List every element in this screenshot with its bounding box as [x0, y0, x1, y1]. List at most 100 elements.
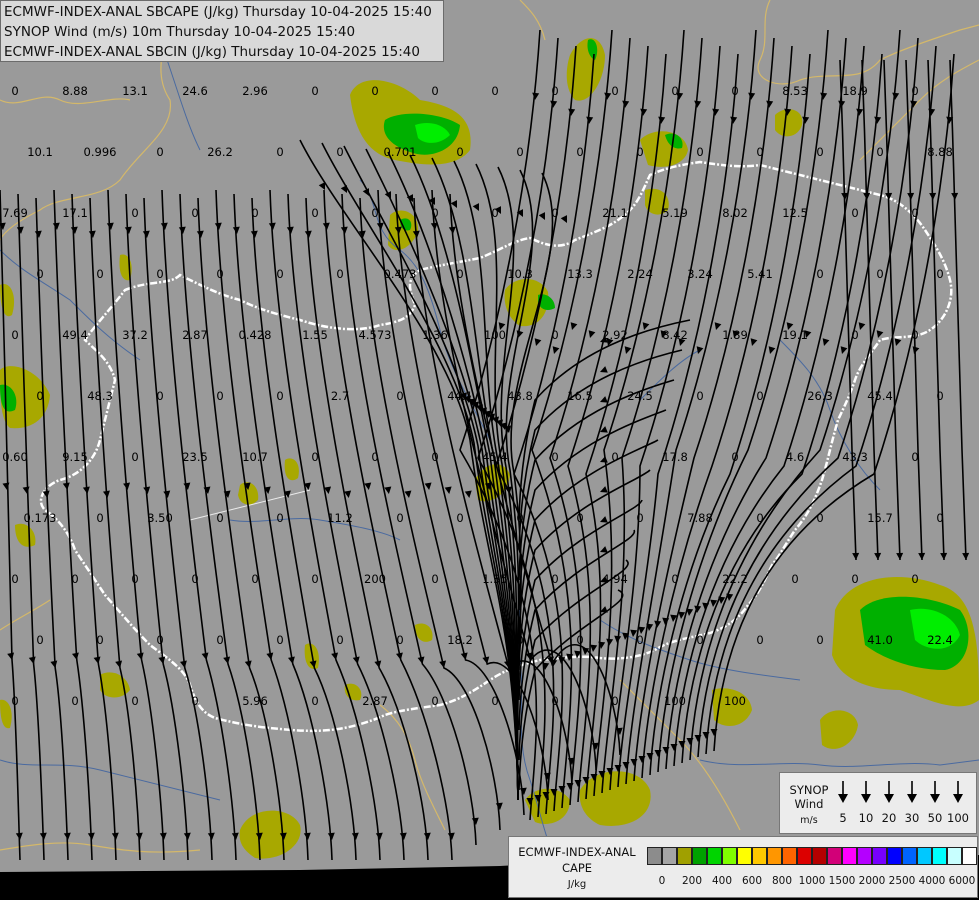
cin-value: 12.5	[782, 206, 808, 220]
cin-value: 0	[851, 572, 858, 586]
cin-value: 0	[696, 633, 703, 647]
cin-value: 0	[311, 572, 318, 586]
cape-color-swatch	[647, 847, 662, 865]
cin-value: 0	[551, 84, 558, 98]
cin-value: 0	[396, 633, 403, 647]
cin-value: 44.1	[447, 389, 473, 403]
cin-value: 0	[11, 572, 18, 586]
cape-color-swatch	[722, 847, 737, 865]
cin-value: 0	[396, 389, 403, 403]
cape-legend-label: 400	[711, 875, 733, 887]
cin-value: 24.5	[627, 389, 653, 403]
cin-value: 0	[816, 145, 823, 159]
cin-value: 0.173	[24, 511, 57, 525]
cape-legend-label: 4000	[918, 875, 946, 887]
cape-color-swatch	[857, 847, 872, 865]
title-box: ECMWF-INDEX-ANAL SBCAPE (J/kg) Thursday …	[0, 0, 444, 62]
cin-value: 0	[636, 145, 643, 159]
cin-value: 0.701	[384, 145, 417, 159]
cin-value: 0	[156, 145, 163, 159]
cape-color-swatch	[752, 847, 767, 865]
cin-value: 41.0	[867, 633, 893, 647]
cin-value: 18.9	[842, 84, 868, 98]
cape-color-swatch	[827, 847, 842, 865]
wind-arrow-icon	[953, 781, 963, 803]
cin-value: 0.60	[2, 450, 28, 464]
cin-value: 0	[131, 450, 138, 464]
cin-value: 0	[276, 145, 283, 159]
cape-color-swatch	[842, 847, 857, 865]
title-cape: ECMWF-INDEX-ANAL SBCAPE (J/kg) Thursday …	[4, 4, 432, 20]
cin-value: 19.1	[782, 328, 808, 342]
cin-value: 0	[251, 572, 258, 586]
cin-value: 0	[336, 633, 343, 647]
cin-value: 0	[671, 84, 678, 98]
cin-value: 100	[724, 694, 746, 708]
cape-color-swatch	[737, 847, 752, 865]
cin-value: 0	[936, 389, 943, 403]
cape-color-swatch	[662, 847, 677, 865]
cin-value: 0	[96, 267, 103, 281]
cin-value: 0	[491, 694, 498, 708]
cin-value: 0	[156, 633, 163, 647]
cin-value: 2.87	[362, 694, 388, 708]
cin-value: 0	[456, 511, 463, 525]
cape-legend-label: 2500	[888, 875, 916, 887]
cin-value: 0	[456, 145, 463, 159]
cin-value: 100	[484, 328, 506, 342]
cin-value: 10.7	[242, 450, 268, 464]
cin-value: 0	[131, 694, 138, 708]
cin-value: 0	[756, 633, 763, 647]
cin-value: 1.35	[482, 572, 508, 586]
cin-value: 0	[636, 633, 643, 647]
cape-legend-label: 600	[741, 875, 763, 887]
cin-value: 0	[911, 84, 918, 98]
cape-color-swatch	[962, 847, 977, 865]
cape-color-swatch	[782, 847, 797, 865]
cin-value: 0	[276, 511, 283, 525]
cape-legend-label: 6000	[948, 875, 976, 887]
cin-value: 22.2	[722, 572, 748, 586]
cin-value: 17.1	[62, 206, 88, 220]
cin-value: 10.1	[27, 145, 53, 159]
cin-value: 0	[516, 633, 523, 647]
cin-value: 0.996	[84, 145, 117, 159]
cin-value: 0	[36, 267, 43, 281]
cin-value: 3.50	[147, 511, 173, 525]
cin-value: 0	[911, 206, 918, 220]
cin-value: 0	[576, 145, 583, 159]
cin-value: 16.5	[567, 389, 593, 403]
cin-value: 0	[516, 511, 523, 525]
cin-value: 5.41	[747, 267, 773, 281]
cin-value: 4.94	[602, 572, 628, 586]
cin-value: 0	[36, 633, 43, 647]
cin-value: 0	[876, 145, 883, 159]
cin-value: 0	[696, 389, 703, 403]
cin-value: 0	[611, 84, 618, 98]
cin-value: 0	[191, 572, 198, 586]
cin-value: 45.4	[867, 389, 893, 403]
cin-value: 0	[491, 84, 498, 98]
cin-value: 22.4	[927, 633, 953, 647]
cin-value: 0	[251, 206, 258, 220]
cin-value: 0	[816, 633, 823, 647]
cin-value: 13.3	[567, 267, 593, 281]
cin-value: 0	[431, 206, 438, 220]
cin-value: 0	[551, 694, 558, 708]
cin-value: 10.3	[507, 267, 533, 281]
cin-value: 0	[431, 694, 438, 708]
cin-value: 0	[36, 389, 43, 403]
cin-value: 2.87	[182, 328, 208, 342]
cin-value: 0	[756, 389, 763, 403]
cape-color-swatch	[707, 847, 722, 865]
cin-value: 0	[311, 84, 318, 98]
cin-value: 48.3	[87, 389, 113, 403]
cin-value: 0	[431, 84, 438, 98]
cin-value: 8.02	[722, 206, 748, 220]
cin-value: 100	[664, 694, 686, 708]
cin-value: 0	[311, 450, 318, 464]
cin-value: 0	[336, 267, 343, 281]
cin-value: 23.5	[182, 450, 208, 464]
cin-value: 0	[516, 145, 523, 159]
cape-color-swatch	[797, 847, 812, 865]
